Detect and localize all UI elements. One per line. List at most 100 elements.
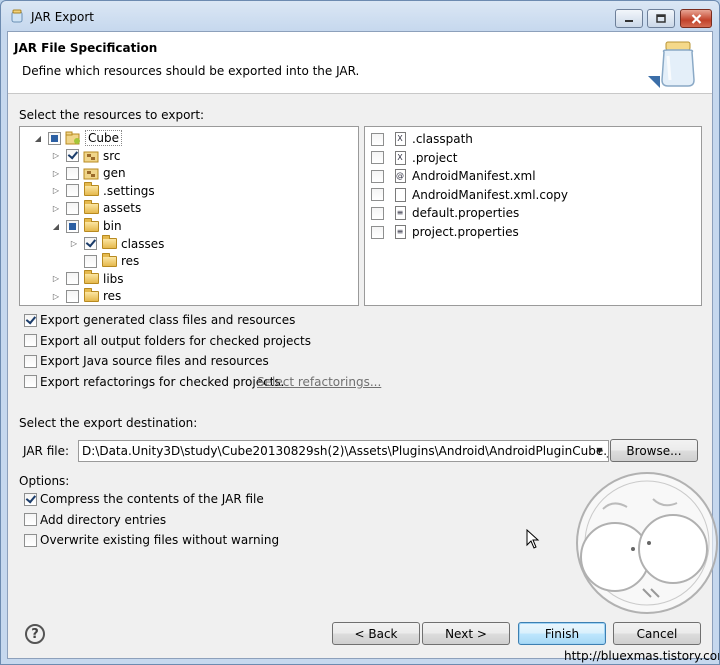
file-list[interactable]: X .classpath X .project @ AndroidManifest.xml… (364, 126, 702, 306)
tree-item[interactable]: res (68, 252, 139, 270)
collapsed-arrow-icon[interactable]: ▷ (50, 186, 62, 195)
tree-item-label: assets (103, 201, 142, 216)
file-item-checkbox[interactable] (371, 169, 384, 183)
file-item[interactable]: X .project (371, 149, 457, 167)
browse-button[interactable]: Browse... (610, 439, 698, 462)
dropdown-arrow-icon[interactable]: ▼ (591, 441, 608, 461)
tree-item-checkbox[interactable] (66, 201, 79, 215)
jar-banner-icon (648, 41, 695, 88)
tree-item[interactable]: ◢ bin (50, 217, 122, 235)
expanded-arrow-icon[interactable]: ◢ (32, 134, 44, 143)
export-option-label: Export generated class files and resourc… (40, 313, 296, 327)
tree-item-label: libs (103, 271, 124, 286)
tree-item[interactable]: ▷ .settings (50, 182, 155, 200)
expanded-arrow-icon[interactable]: ◢ (50, 222, 62, 231)
folder-icon (83, 199, 99, 215)
export-option[interactable]: Export generated class files and resourc… (24, 313, 295, 327)
maximize-button[interactable] (647, 9, 675, 28)
tree-item[interactable]: ◢ Cube (32, 129, 122, 147)
export-option-checkbox[interactable] (24, 375, 37, 389)
jar-option-label: Overwrite existing files without warning (40, 533, 280, 548)
cancel-button[interactable]: Cancel (613, 622, 701, 645)
tree-item-checkbox[interactable] (66, 272, 79, 286)
tree-item-label: classes (121, 236, 165, 251)
export-option-checkbox[interactable] (24, 313, 37, 327)
file-item-checkbox[interactable] (371, 132, 384, 146)
export-option-label: Export Java source files and resources (40, 354, 269, 369)
tree-item-checkbox[interactable] (66, 166, 79, 180)
jar-path-combo[interactable]: D:\Data.Unity3D\study\Cube20130829sh(2)\… (78, 440, 609, 462)
file-item-checkbox[interactable] (371, 188, 384, 202)
tree-item[interactable]: ▷ classes (68, 235, 164, 253)
tree-item-label: gen (103, 166, 126, 181)
jar-option[interactable]: Compress the contents of the JAR file (24, 492, 264, 506)
minimize-icon (625, 19, 633, 22)
resource-tree[interactable]: ◢ Cube ▷ src ▷ gen ▷ .settings ▷ assets ◢ bin ▷ class… (19, 126, 359, 306)
options-label: Options: (19, 474, 70, 488)
back-button[interactable]: < Back (332, 622, 420, 645)
export-option[interactable]: Export refactorings for checked projects… (24, 375, 284, 389)
package-folder-icon (83, 166, 99, 180)
tree-item-label: .settings (103, 183, 155, 198)
jar-option-checkbox[interactable] (24, 533, 37, 547)
file-item-checkbox[interactable] (371, 151, 384, 165)
tree-item-label: res (103, 289, 122, 304)
tree-item[interactable]: ▷ src (50, 147, 121, 165)
help-icon[interactable]: ? (25, 624, 45, 644)
next-button[interactable]: Next > (422, 622, 510, 645)
tree-item-checkbox[interactable] (66, 184, 79, 198)
tree-item-label: Cube (85, 130, 122, 146)
close-icon (691, 13, 701, 24)
file-item[interactable]: AndroidManifest.xml.copy (371, 186, 568, 204)
collapsed-arrow-icon[interactable]: ▷ (68, 239, 80, 248)
tree-item-checkbox[interactable] (48, 131, 61, 145)
wizard-header: JAR File Specification Define which reso… (8, 32, 712, 94)
folder-icon (83, 217, 99, 233)
collapsed-arrow-icon[interactable]: ▷ (50, 292, 62, 301)
export-option-label: Export refactorings for checked projects… (40, 374, 285, 389)
collapsed-arrow-icon[interactable]: ▷ (50, 274, 62, 283)
title-bar[interactable]: JAR Export (1, 1, 719, 31)
mouse-cursor-icon (526, 529, 540, 549)
jar-export-window: JAR Export JAR File Specification Define… (0, 0, 720, 665)
tree-item[interactable]: ▷ libs (50, 270, 124, 288)
file-item-checkbox[interactable] (371, 225, 384, 239)
file-item-checkbox[interactable] (371, 206, 384, 220)
tree-item-checkbox[interactable] (66, 289, 79, 303)
close-button[interactable] (680, 9, 712, 28)
jar-option-checkbox[interactable] (24, 513, 37, 527)
collapsed-arrow-icon[interactable]: ▷ (50, 204, 62, 213)
jar-icon (11, 9, 23, 23)
collapsed-arrow-icon[interactable]: ▷ (50, 169, 62, 178)
finish-button[interactable]: Finish (518, 622, 606, 645)
export-option[interactable]: Export all output folders for checked pr… (24, 334, 311, 348)
package-folder-icon (83, 149, 99, 163)
file-item-label: default.properties (412, 206, 520, 221)
export-option-checkbox[interactable] (24, 354, 37, 368)
jar-option[interactable]: Add directory entries (24, 513, 166, 527)
export-option[interactable]: Export Java source files and resources (24, 354, 269, 368)
tree-item-checkbox[interactable] (84, 237, 97, 251)
resources-label: Select the resources to export: (19, 108, 205, 122)
file-item[interactable]: ≡ project.properties (371, 223, 519, 241)
jar-option[interactable]: Overwrite existing files without warning (24, 533, 279, 547)
tree-item-checkbox[interactable] (66, 219, 79, 233)
tree-item[interactable]: ▷ res (50, 287, 121, 305)
jar-option-checkbox[interactable] (24, 492, 37, 506)
tree-item-checkbox[interactable] (66, 149, 79, 163)
minimize-button[interactable] (615, 9, 643, 28)
collapsed-arrow-icon[interactable]: ▷ (50, 151, 62, 160)
file-item-label: AndroidManifest.xml (412, 169, 536, 184)
file-item[interactable]: ≡ default.properties (371, 204, 519, 222)
file-item[interactable]: X .classpath (371, 130, 473, 148)
export-option-checkbox[interactable] (24, 334, 37, 348)
tree-item[interactable]: ▷ gen (50, 164, 126, 182)
tree-item-checkbox[interactable] (84, 254, 97, 268)
tree-item[interactable]: ▷ assets (50, 199, 141, 217)
file-item[interactable]: @ AndroidManifest.xml (371, 167, 536, 185)
folder-icon (83, 287, 99, 303)
select-refactorings-link[interactable]: Select refactorings... (257, 375, 381, 389)
file-item-label: project.properties (412, 225, 519, 239)
properties-file-icon: ≡ (392, 206, 408, 221)
window-title: JAR Export (31, 10, 94, 24)
